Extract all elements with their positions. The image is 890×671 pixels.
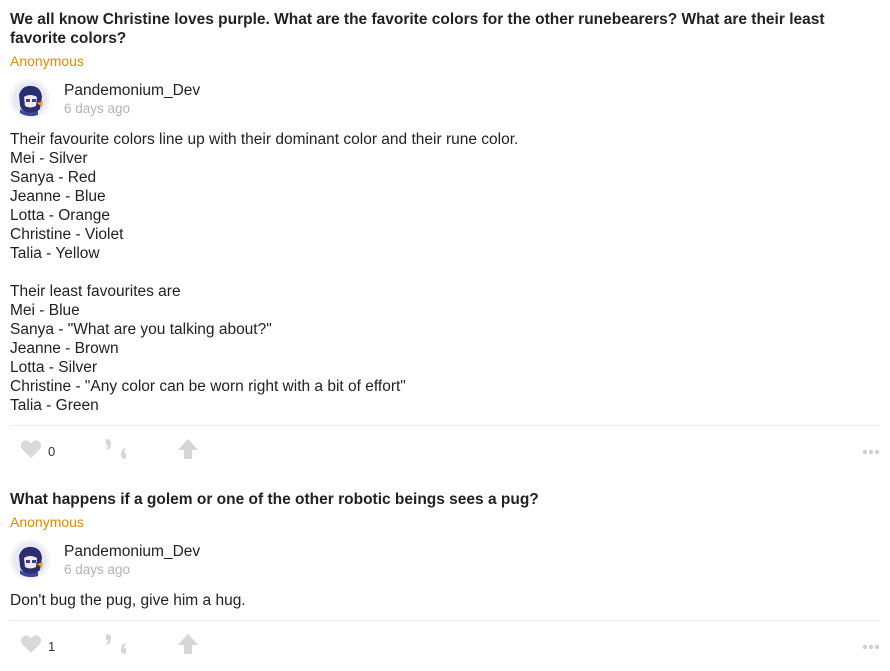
author-row: Pandemonium_Dev 6 days ago [10, 540, 880, 580]
answer-text: Their favourite colors line up with thei… [10, 131, 519, 414]
avatar[interactable] [10, 540, 50, 580]
author-name[interactable]: Pandemonium_Dev [64, 542, 200, 561]
qa-post: We all know Christine loves purple. What… [10, 0, 880, 476]
like-count: 0 [48, 443, 56, 459]
arrow-up-icon [177, 633, 199, 660]
action-bar: 1 [10, 621, 880, 671]
post-time: 6 days ago [64, 561, 131, 577]
action-bar: 0 [10, 426, 880, 476]
arrow-up-icon [177, 438, 199, 465]
author-row: Pandemonium_Dev 6 days ago [10, 79, 880, 119]
post-time: 6 days ago [64, 100, 131, 116]
quote-icon [105, 633, 127, 659]
more-button[interactable] [862, 426, 880, 476]
author-name[interactable]: Pandemonium_Dev [64, 81, 200, 100]
upvote-button[interactable] [177, 633, 199, 660]
upvote-button[interactable] [177, 438, 199, 465]
like-button[interactable]: 1 [20, 634, 55, 659]
question-text: We all know Christine loves purple. What… [10, 11, 825, 47]
asker-name[interactable]: Anonymous [10, 513, 880, 531]
answer-text: Don't bug the pug, give him a hug. [10, 592, 246, 609]
more-dots-icon [862, 442, 880, 460]
avatar[interactable] [10, 79, 50, 119]
qa-post: What happens if a golem or one of the ot… [10, 490, 880, 671]
more-dots-icon [862, 637, 880, 655]
heart-icon [20, 634, 42, 659]
heart-icon [20, 439, 42, 464]
like-count: 1 [48, 638, 56, 654]
asker-name[interactable]: Anonymous [10, 52, 880, 70]
share-button[interactable] [105, 633, 127, 659]
share-button[interactable] [105, 438, 127, 464]
answers-feed: We all know Christine loves purple. What… [0, 0, 890, 671]
quote-icon [105, 438, 127, 464]
like-button[interactable]: 0 [20, 439, 55, 464]
more-button[interactable] [862, 621, 880, 671]
question-text: What happens if a golem or one of the ot… [10, 491, 539, 508]
